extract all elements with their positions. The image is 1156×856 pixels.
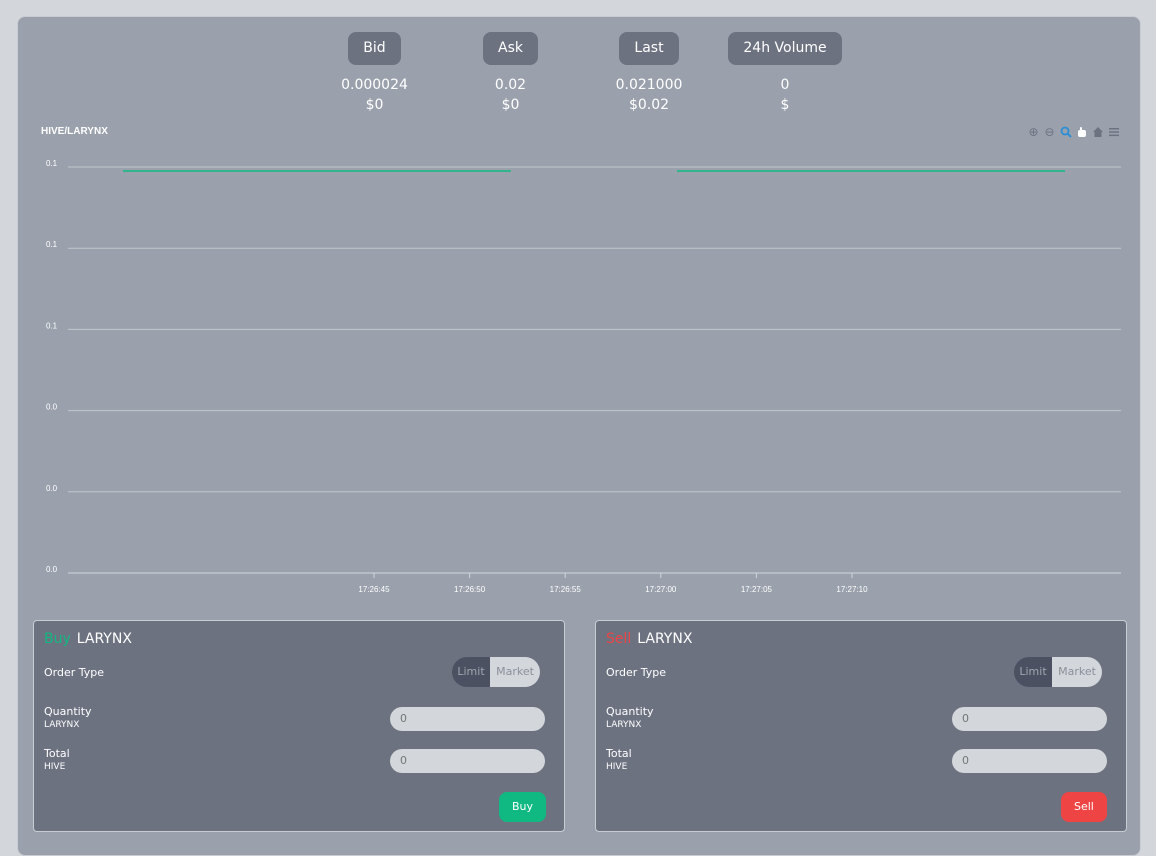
sell-order-panel: Sell LARYNX Order Type Limit Market Quant…: [595, 620, 1127, 832]
y-tick-label: 0.1: [46, 321, 58, 330]
sell-total-label: Total: [606, 747, 632, 760]
buy-symbol: LARYNX: [76, 631, 132, 647]
y-tick-label: 0.0: [46, 403, 58, 412]
buy-order-type-toggle[interactable]: Limit Market: [452, 657, 540, 687]
sell-order-type-toggle[interactable]: Limit Market: [1014, 657, 1102, 687]
buy-limit-option[interactable]: Limit: [452, 657, 490, 687]
market-panel: Bid 0.000024 $0 Ask 0.02 $0 Last 0.02100…: [17, 16, 1141, 856]
price-chart[interactable]: 0.1 0.1 0.1 0.0 0.0 0.0 17:26:45 17:26:50 17:26:…: [18, 17, 1142, 607]
sell-quantity-label: Quantity: [606, 705, 654, 718]
sell-button[interactable]: Sell: [1061, 792, 1107, 822]
x-tick-label: 17:26:45: [358, 585, 390, 594]
buy-order-panel: Buy LARYNX Order Type Limit Market Quanti…: [33, 620, 565, 832]
buy-market-option[interactable]: Market: [490, 657, 540, 687]
buy-total-label-group: Total HIVE: [44, 747, 70, 772]
x-tick-label: 17:26:55: [550, 585, 582, 594]
sell-order-type-label: Order Type: [606, 666, 667, 679]
buy-total-label: Total: [44, 747, 70, 760]
buy-title: Buy LARYNX: [44, 631, 132, 647]
y-tick-label: 0.1: [46, 240, 58, 249]
buy-total-unit: HIVE: [44, 762, 66, 772]
buy-button[interactable]: Buy: [499, 792, 547, 822]
sell-title: Sell LARYNX: [606, 631, 692, 647]
sell-symbol: LARYNX: [637, 631, 693, 647]
sell-total-input[interactable]: [952, 749, 1107, 773]
x-tick-label: 17:27:00: [645, 585, 677, 594]
y-tick-label: 0.0: [46, 565, 58, 574]
buy-quantity-label: Quantity: [44, 705, 92, 718]
buy-quantity-unit: LARYNX: [44, 720, 80, 730]
sell-action-label: Sell: [606, 631, 632, 647]
buy-action-label: Buy: [44, 631, 71, 647]
buy-quantity-input[interactable]: [390, 707, 545, 731]
buy-total-input[interactable]: [390, 749, 545, 773]
sell-total-unit: HIVE: [606, 762, 628, 772]
sell-quantity-unit: LARYNX: [606, 720, 642, 730]
y-tick-label: 0.1: [46, 159, 58, 168]
x-tick-label: 17:27:10: [836, 585, 868, 594]
sell-quantity-input[interactable]: [952, 707, 1107, 731]
x-tick-label: 17:26:50: [454, 585, 486, 594]
sell-quantity-label-group: Quantity LARYNX: [606, 705, 654, 730]
x-tick-label: 17:27:05: [741, 585, 773, 594]
sell-limit-option[interactable]: Limit: [1014, 657, 1052, 687]
sell-market-option[interactable]: Market: [1052, 657, 1102, 687]
buy-order-type-label: Order Type: [44, 666, 105, 679]
buy-quantity-label-group: Quantity LARYNX: [44, 705, 92, 730]
y-tick-label: 0.0: [46, 484, 58, 493]
sell-total-label-group: Total HIVE: [606, 747, 632, 772]
